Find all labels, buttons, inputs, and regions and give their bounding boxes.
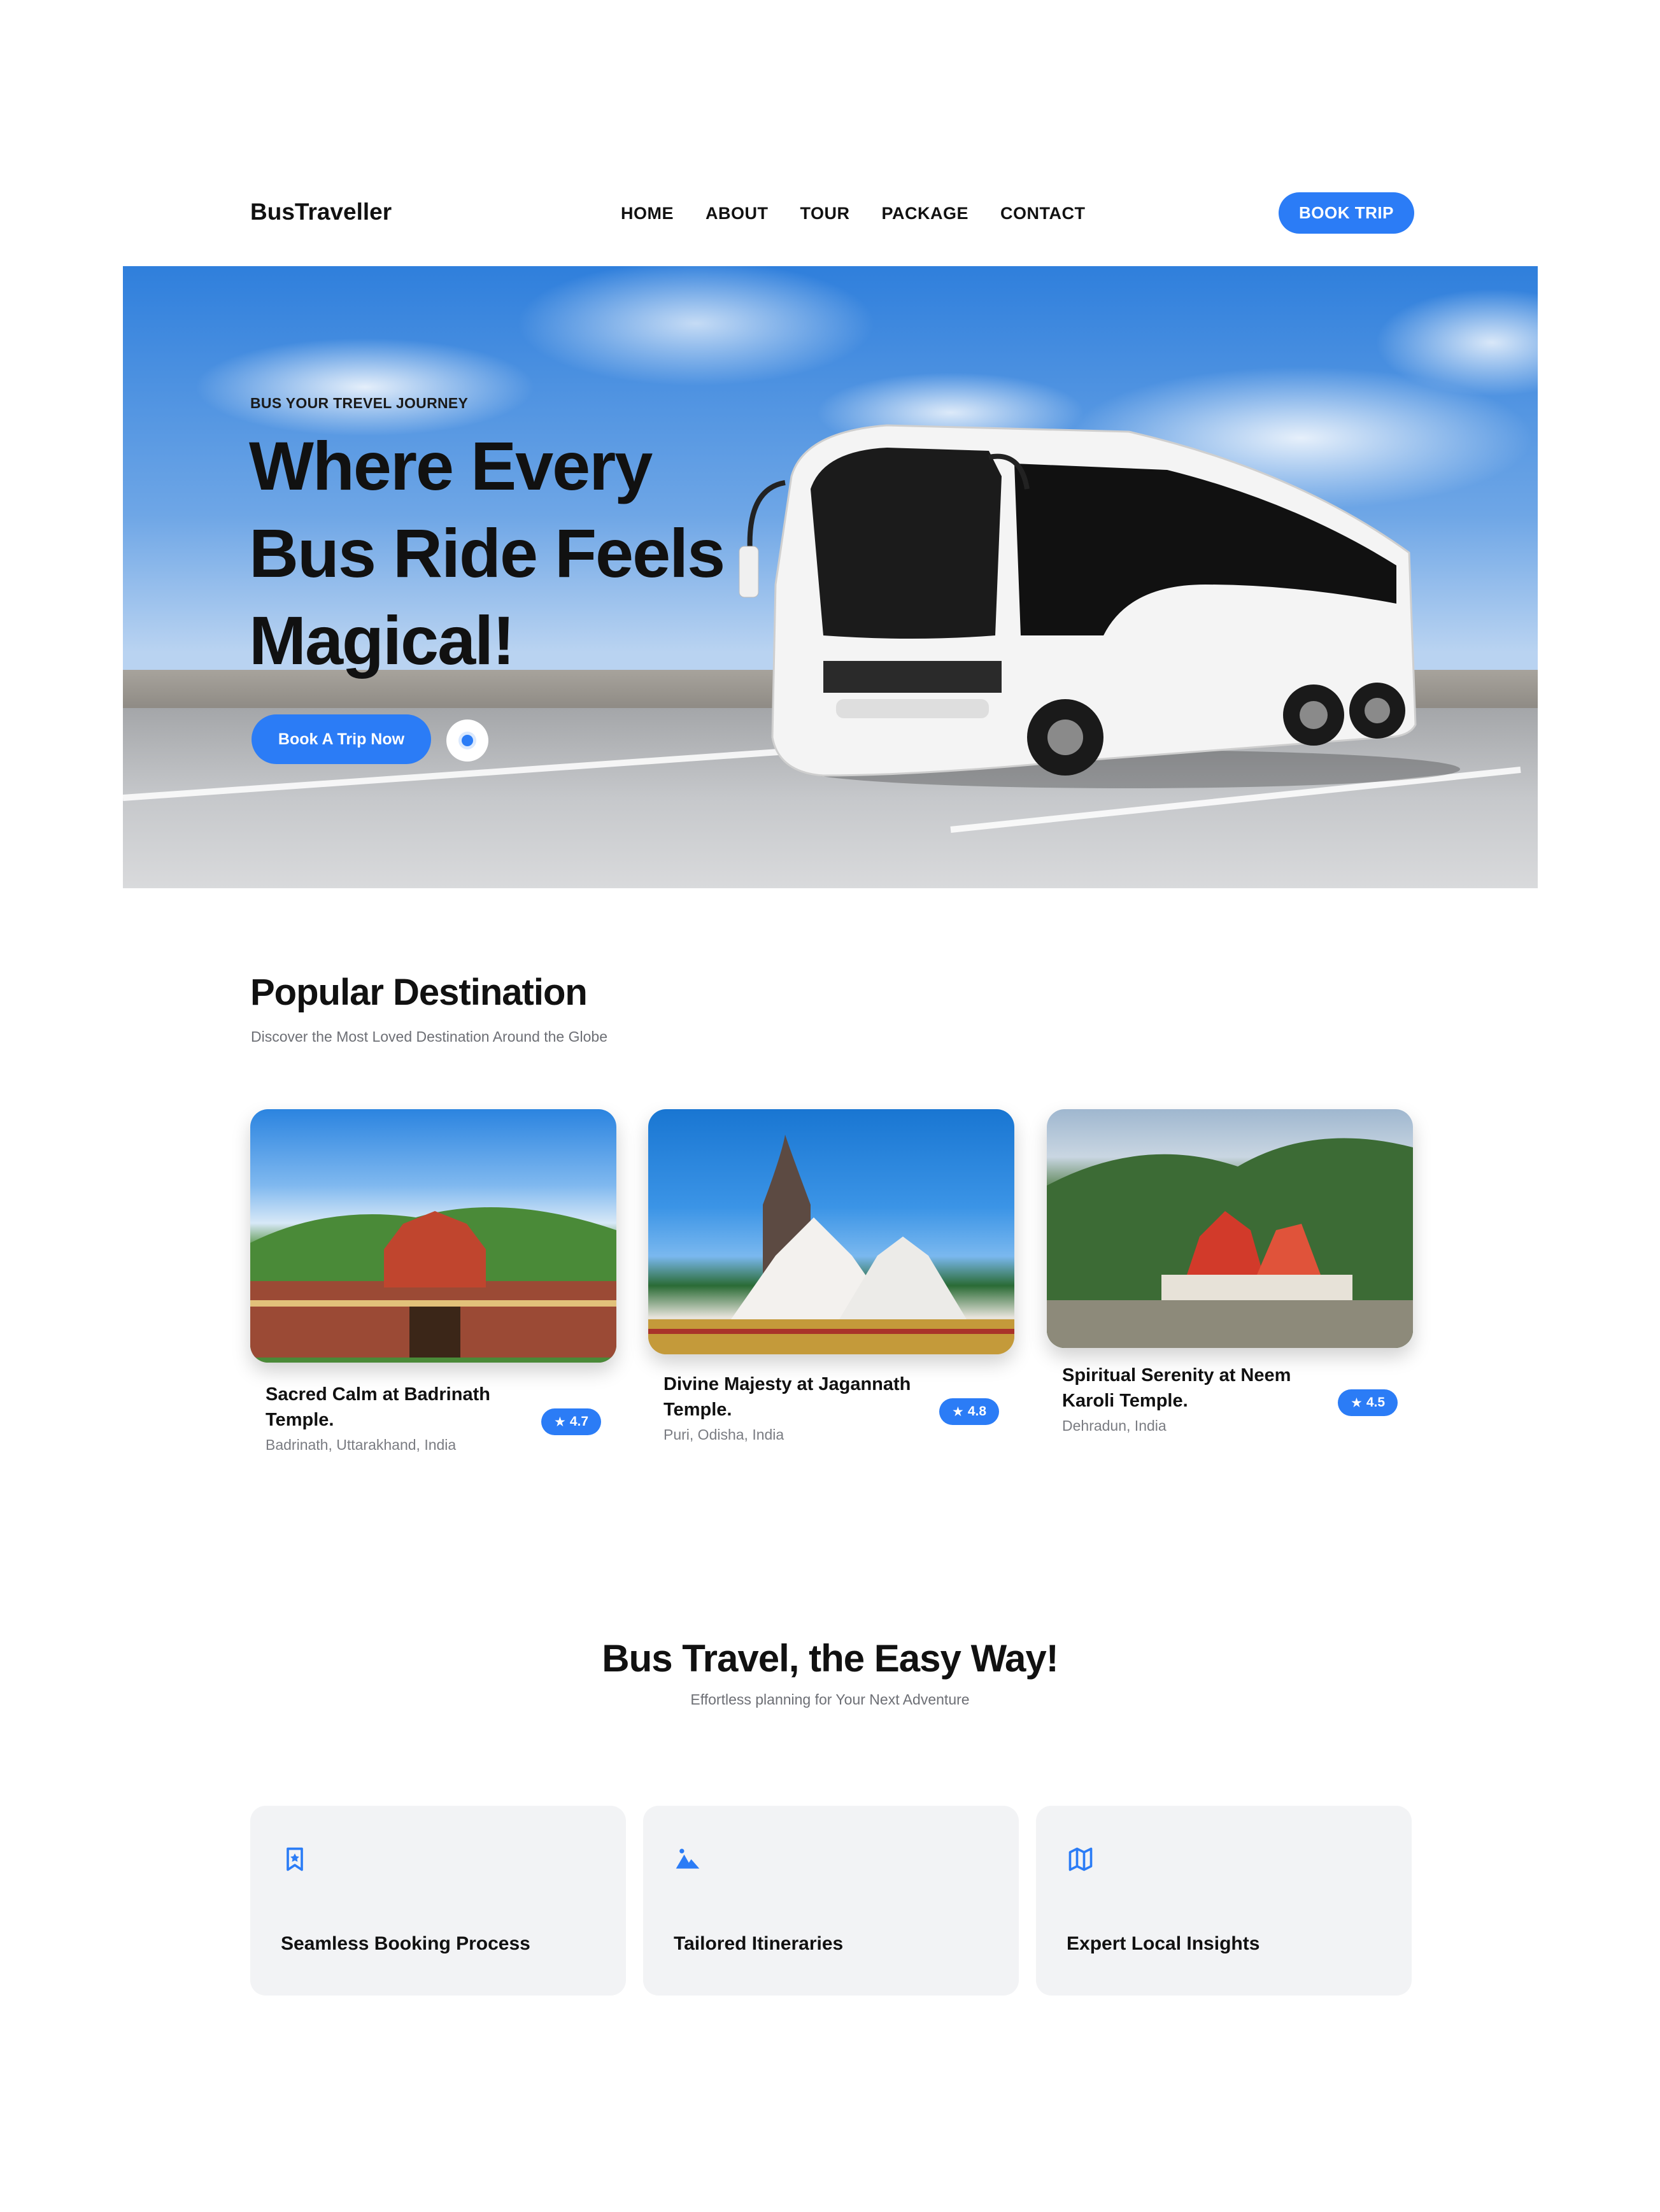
destination-location: Puri, Odisha, India — [663, 1426, 784, 1443]
book-trip-button[interactable]: BOOK TRIP — [1279, 192, 1414, 234]
mountain-icon — [676, 1848, 700, 1869]
destination-card[interactable]: Sacred Calm at Badrinath Temple. ★ 4.7 B… — [250, 1109, 616, 1466]
temple-illustration — [1047, 1138, 1413, 1348]
nav-tour[interactable]: TOUR — [800, 204, 850, 223]
destination-card[interactable]: Spiritual Serenity at Neem Karoli Temple… — [1047, 1109, 1413, 1447]
feature-card[interactable]: Seamless Booking Process — [250, 1806, 626, 1996]
bus-image — [739, 424, 1460, 788]
destination-name[interactable]: Sacred Calm at Badrinath Temple. — [266, 1382, 533, 1433]
feature-card[interactable]: Expert Local Insights — [1036, 1806, 1412, 1996]
nav-contact[interactable]: CONTACT — [1000, 204, 1085, 223]
hero-banner: BUS YOUR TREVEL JOURNEY Where Every Bus … — [123, 266, 1538, 888]
rating-value: 4.5 — [1366, 1395, 1386, 1410]
nav-package[interactable]: PACKAGE — [882, 204, 969, 223]
star-icon: ★ — [1350, 1395, 1363, 1410]
destination-name[interactable]: Divine Majesty at Jagannath Temple. — [663, 1372, 931, 1422]
bookmark-star-icon — [287, 1847, 303, 1871]
destination-location: Badrinath, Uttarakhand, India — [266, 1436, 457, 1453]
destination-image — [250, 1109, 616, 1363]
nav-home[interactable]: HOME — [621, 204, 674, 223]
rating-value: 4.8 — [967, 1404, 987, 1419]
destination-image — [648, 1109, 1014, 1354]
destination-location: Dehradun, India — [1062, 1417, 1167, 1434]
destination-name[interactable]: Spiritual Serenity at Neem Karoli Temple… — [1062, 1363, 1330, 1414]
destination-image — [1047, 1109, 1413, 1348]
easy-way-subtitle: Effortless planning for Your Next Advent… — [690, 1691, 970, 1708]
easy-way-title: Bus Travel, the Easy Way! — [602, 1637, 1058, 1680]
star-icon: ★ — [553, 1414, 566, 1429]
feature-label: Tailored Itineraries — [674, 1933, 844, 1954]
temple-illustration — [250, 1207, 616, 1363]
feature-label: Expert Local Insights — [1067, 1933, 1260, 1954]
nav-about[interactable]: ABOUT — [706, 204, 769, 223]
destination-card[interactable]: Divine Majesty at Jagannath Temple. ★ 4.… — [648, 1109, 1014, 1453]
play-icon[interactable] — [446, 720, 488, 762]
brand-logo[interactable]: BusTraveller — [250, 199, 392, 225]
rating-badge: ★ 4.5 — [1338, 1389, 1398, 1416]
temple-illustration — [648, 1135, 1014, 1354]
top-navigation: BusTraveller HOME ABOUT TOUR PACKAGE CON… — [0, 0, 1660, 267]
hero-tagline: BUS YOUR TREVEL JOURNEY — [250, 395, 469, 411]
rating-value: 4.7 — [569, 1414, 589, 1429]
rating-badge: ★ 4.7 — [541, 1408, 601, 1435]
star-icon: ★ — [951, 1404, 964, 1419]
popular-subtitle: Discover the Most Loved Destination Arou… — [251, 1028, 607, 1045]
feature-label: Seamless Booking Process — [281, 1933, 530, 1954]
feature-card[interactable]: Tailored Itineraries — [643, 1806, 1019, 1996]
map-icon — [1068, 1847, 1093, 1871]
main-menu: HOME ABOUT TOUR PACKAGE CONTACT — [621, 204, 1086, 223]
popular-title: Popular Destination — [250, 972, 588, 1013]
book-a-trip-button[interactable]: Book A Trip Now — [252, 714, 431, 764]
rating-badge: ★ 4.8 — [939, 1398, 999, 1425]
